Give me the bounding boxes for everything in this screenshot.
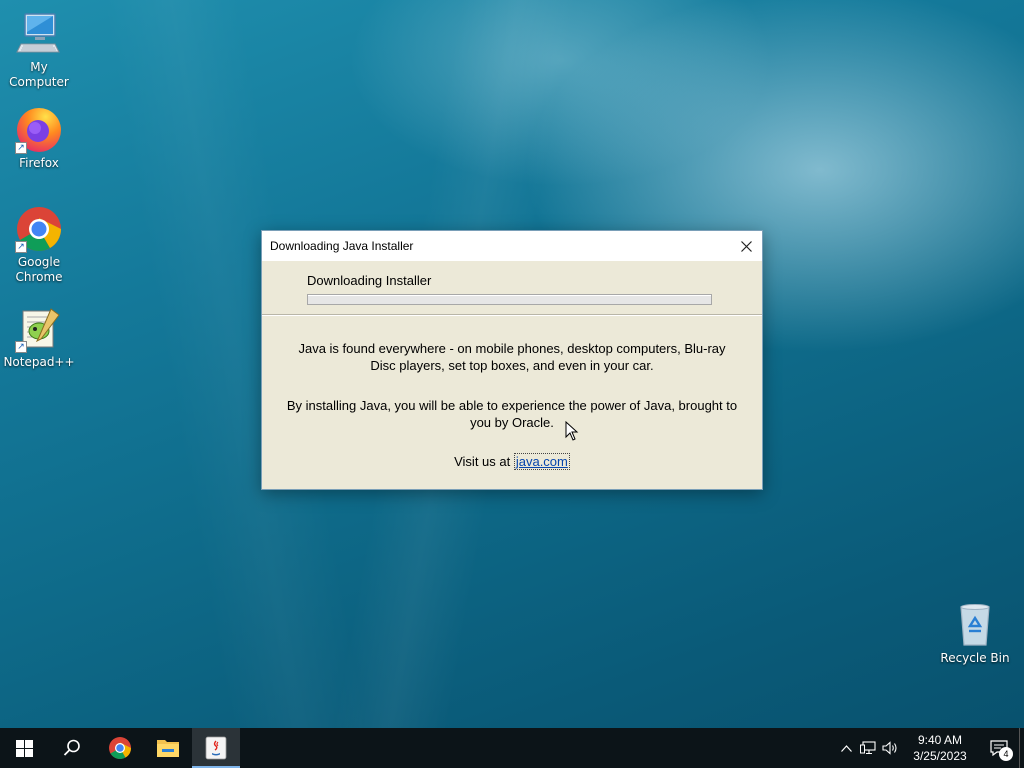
desktop-icon-label: Google Chrome xyxy=(15,255,63,284)
taskbar: 9:40 AM 3/25/2023 4 xyxy=(0,728,1024,768)
volume-icon xyxy=(882,741,897,755)
download-status-label: Downloading Installer xyxy=(307,273,432,288)
clock-time: 9:40 AM xyxy=(917,733,963,747)
network-button[interactable] xyxy=(857,741,879,755)
desktop-icon-notepadpp[interactable]: ↗ Notepad++ xyxy=(1,305,77,370)
computer-icon xyxy=(15,10,63,58)
close-icon xyxy=(740,240,752,252)
network-icon xyxy=(860,741,876,755)
visit-prefix: Visit us at xyxy=(454,454,514,469)
volume-button[interactable] xyxy=(879,741,901,755)
dialog-body: Java is found everywhere - on mobile pho… xyxy=(262,315,762,470)
system-tray: 9:40 AM 3/25/2023 4 xyxy=(835,728,1024,768)
search-icon xyxy=(63,739,80,756)
chrome-icon xyxy=(109,737,131,759)
chevron-up-icon xyxy=(840,744,852,752)
desktop-icon-label: Notepad++ xyxy=(3,355,75,369)
file-explorer-icon xyxy=(157,740,179,757)
desktop-icon-label: Recycle Bin xyxy=(940,651,1010,665)
dialog-title: Downloading Java Installer xyxy=(270,239,414,253)
java-installer-dialog: Downloading Java Installer Downloading I… xyxy=(261,230,763,490)
close-button[interactable] xyxy=(730,231,762,261)
notepadpp-icon: ↗ xyxy=(15,305,63,353)
taskbar-file-explorer-button[interactable] xyxy=(144,728,192,768)
desktop-icon-my-computer[interactable]: My Computer xyxy=(1,10,77,90)
progress-section: Downloading Installer xyxy=(262,261,762,315)
info-paragraph-1: Java is found everywhere - on mobile pho… xyxy=(298,341,726,373)
chrome-icon: ↗ xyxy=(15,205,63,253)
desktop-icon-label: Firefox xyxy=(19,156,59,170)
taskbar-clock[interactable]: 9:40 AM 3/25/2023 xyxy=(901,732,979,764)
mouse-cursor-icon xyxy=(565,421,579,441)
clock-date: 3/25/2023 xyxy=(913,749,967,763)
taskbar-chrome-button[interactable] xyxy=(96,728,144,768)
java-icon xyxy=(205,736,227,760)
show-hidden-icons-button[interactable] xyxy=(835,744,857,752)
firefox-icon: ↗ xyxy=(15,106,63,154)
visit-line: Visit us at java.com xyxy=(282,453,742,470)
show-desktop-button[interactable] xyxy=(1019,728,1024,768)
desktop-icon-recycle-bin[interactable]: Recycle Bin xyxy=(937,601,1013,666)
start-button[interactable] xyxy=(0,728,48,768)
dialog-titlebar[interactable]: Downloading Java Installer xyxy=(262,231,762,261)
shortcut-arrow-icon: ↗ xyxy=(15,241,27,253)
desktop-icon-firefox[interactable]: ↗ Firefox xyxy=(1,106,77,171)
download-progress-bar xyxy=(307,294,712,305)
notification-count-badge: 4 xyxy=(999,747,1013,761)
search-button[interactable] xyxy=(48,728,96,768)
shortcut-arrow-icon: ↗ xyxy=(15,341,27,353)
desktop-icon-label: My Computer xyxy=(9,60,69,89)
action-center-button[interactable]: 4 xyxy=(979,728,1019,768)
shortcut-arrow-icon: ↗ xyxy=(15,142,27,154)
recycle-bin-icon xyxy=(951,601,999,649)
desktop-icon-google-chrome[interactable]: ↗ Google Chrome xyxy=(1,205,77,285)
windows-start-icon xyxy=(15,739,33,757)
java-com-link[interactable]: java.com xyxy=(513,453,570,470)
taskbar-java-button[interactable] xyxy=(192,728,240,768)
info-paragraph-2: By installing Java, you will be able to … xyxy=(286,398,738,430)
